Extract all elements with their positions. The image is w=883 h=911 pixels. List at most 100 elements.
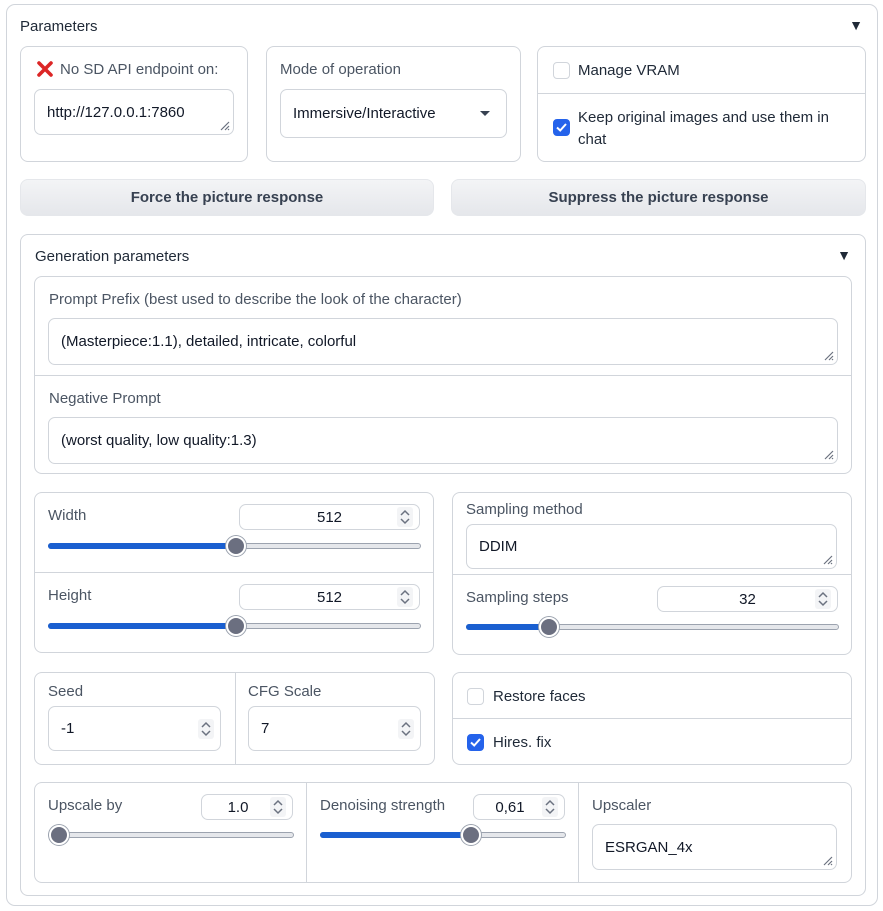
- spinner-icon[interactable]: [198, 718, 214, 739]
- manage-vram-checkbox[interactable]: [553, 62, 570, 79]
- denoising-slider-fill: [320, 832, 471, 838]
- sampling-method-value: DDIM: [479, 538, 518, 555]
- suppress-picture-button[interactable]: Suppress the picture response: [451, 179, 866, 216]
- height-slider-thumb[interactable]: [225, 616, 246, 636]
- spinner-icon[interactable]: [398, 718, 414, 739]
- sampling-steps-slider-thumb[interactable]: [539, 617, 560, 637]
- spinner-icon[interactable]: [270, 797, 286, 817]
- denoising-value: 0,61: [495, 798, 525, 816]
- sampling-method-label: Sampling method: [466, 501, 583, 518]
- restore-faces-checkbox[interactable]: [467, 688, 484, 705]
- divider: [538, 93, 865, 94]
- divider: [306, 783, 307, 882]
- sampling-steps-number-input[interactable]: 32: [657, 586, 838, 612]
- checkmark-icon: [556, 123, 567, 132]
- error-x-icon: [37, 61, 53, 77]
- width-slider-fill: [48, 543, 235, 549]
- cfg-scale-value: 7: [261, 720, 270, 737]
- mode-selected-value: Immersive/Interactive: [293, 105, 436, 122]
- upscale-by-number-input[interactable]: 1.0: [201, 794, 293, 820]
- negative-prompt-label: Negative Prompt: [49, 390, 161, 407]
- width-slider-thumb[interactable]: [225, 536, 246, 556]
- width-label: Width: [48, 507, 87, 524]
- width-number-input[interactable]: 512: [239, 504, 420, 530]
- manage-vram-label: Manage VRAM: [578, 62, 680, 79]
- denoising-label: Denoising strength: [320, 797, 446, 814]
- prompt-prefix-label: Prompt Prefix (best used to describe the…: [49, 291, 462, 308]
- seed-input[interactable]: -1: [48, 706, 221, 751]
- force-picture-button[interactable]: Force the picture response: [20, 179, 434, 216]
- spinner-icon[interactable]: [542, 797, 558, 817]
- upscale-by-slider-thumb[interactable]: [49, 825, 69, 845]
- upscale-by-label: Upscale by: [48, 797, 123, 814]
- divider: [453, 574, 851, 575]
- parameters-title: Parameters: [20, 18, 98, 35]
- spinner-icon[interactable]: [397, 587, 413, 607]
- collapse-caret-icon[interactable]: ▼: [849, 17, 863, 33]
- upscaler-value: ESRGAN_4x: [605, 838, 693, 856]
- face-hires-box: Restore faces Hires. fix: [452, 672, 852, 765]
- spinner-icon[interactable]: [815, 589, 831, 609]
- mode-select[interactable]: Immersive/Interactive: [280, 89, 507, 138]
- width-slider-track[interactable]: [48, 536, 421, 556]
- dropdown-arrow-icon: [480, 111, 490, 116]
- seed-label: Seed: [48, 683, 84, 700]
- sampling-steps-slider-fill: [466, 624, 549, 630]
- prompts-box: Prompt Prefix (best used to describe the…: [34, 276, 852, 474]
- denoising-number-input[interactable]: 0,61: [473, 794, 565, 820]
- resize-handle-icon[interactable]: [822, 448, 834, 460]
- resize-handle-icon[interactable]: [821, 553, 833, 565]
- height-number-input[interactable]: 512: [239, 584, 420, 610]
- upscale-by-value: 1.0: [227, 798, 249, 816]
- divider: [235, 673, 236, 764]
- spinner-icon[interactable]: [397, 507, 413, 527]
- cfg-scale-input[interactable]: 7: [248, 706, 421, 751]
- prompt-prefix-value: (Masterpiece:1.1), detailed, intricate, …: [61, 333, 357, 350]
- upscaler-label: Upscaler: [592, 797, 652, 814]
- denoising-slider-thumb[interactable]: [461, 825, 482, 845]
- seed-cfg-box: Seed -1 CFG Scale 7: [34, 672, 435, 765]
- dimensions-box: Width 512 Height 512: [34, 492, 434, 653]
- endpoint-input[interactable]: http://127.0.0.1:7860: [34, 89, 234, 135]
- height-label: Height: [48, 587, 92, 604]
- divider: [453, 718, 851, 719]
- mode-label: Mode of operation: [280, 61, 401, 78]
- denoising-slider-track[interactable]: [320, 825, 566, 845]
- endpoint-value: http://127.0.0.1:7860: [47, 103, 185, 121]
- upscale-by-slider-track[interactable]: [48, 825, 294, 845]
- width-value: 512: [316, 508, 343, 526]
- divider: [578, 783, 579, 882]
- divider: [35, 375, 851, 376]
- upscaler-input[interactable]: ESRGAN_4x: [592, 824, 837, 870]
- keep-original-checkbox[interactable]: [553, 119, 570, 136]
- sampling-steps-label: Sampling steps: [466, 589, 569, 606]
- sampling-method-input[interactable]: DDIM: [466, 524, 837, 569]
- negative-prompt-input[interactable]: (worst quality, low quality:1.3): [48, 417, 838, 464]
- mode-box: Mode of operation Immersive/Interactive: [266, 46, 521, 162]
- parameters-panel: Parameters ▼ No SD API endpoint on: http…: [6, 4, 878, 906]
- sampling-box: Sampling method DDIM Sampling steps 32: [452, 492, 852, 655]
- endpoint-status-label: No SD API endpoint on:: [60, 61, 219, 78]
- cfg-scale-label: CFG Scale: [248, 683, 322, 700]
- prompt-prefix-input[interactable]: (Masterpiece:1.1), detailed, intricate, …: [48, 318, 838, 365]
- resize-handle-icon[interactable]: [821, 854, 833, 866]
- height-slider-fill: [48, 623, 235, 629]
- height-value: 512: [316, 588, 343, 606]
- hires-fix-checkbox[interactable]: [467, 734, 484, 751]
- hires-fix-label: Hires. fix: [493, 734, 552, 751]
- negative-prompt-value: (worst quality, low quality:1.3): [61, 432, 257, 449]
- resize-handle-icon[interactable]: [822, 349, 834, 361]
- resize-handle-icon[interactable]: [218, 119, 230, 131]
- generation-title: Generation parameters: [35, 248, 190, 265]
- upscale-box: Upscale by 1.0 Denoising strength 0,61 U…: [34, 782, 852, 883]
- divider: [35, 572, 433, 573]
- keep-original-label: Keep original images and use them in cha…: [578, 109, 829, 148]
- sampling-steps-value: 32: [739, 590, 756, 608]
- generation-collapse-caret-icon[interactable]: ▼: [837, 247, 851, 263]
- endpoint-box: No SD API endpoint on: http://127.0.0.1:…: [20, 46, 248, 162]
- restore-faces-label: Restore faces: [493, 688, 586, 705]
- checkmark-icon: [470, 738, 481, 747]
- sampling-steps-slider-track[interactable]: [466, 617, 839, 637]
- height-slider-track[interactable]: [48, 616, 421, 636]
- seed-value: -1: [61, 720, 75, 737]
